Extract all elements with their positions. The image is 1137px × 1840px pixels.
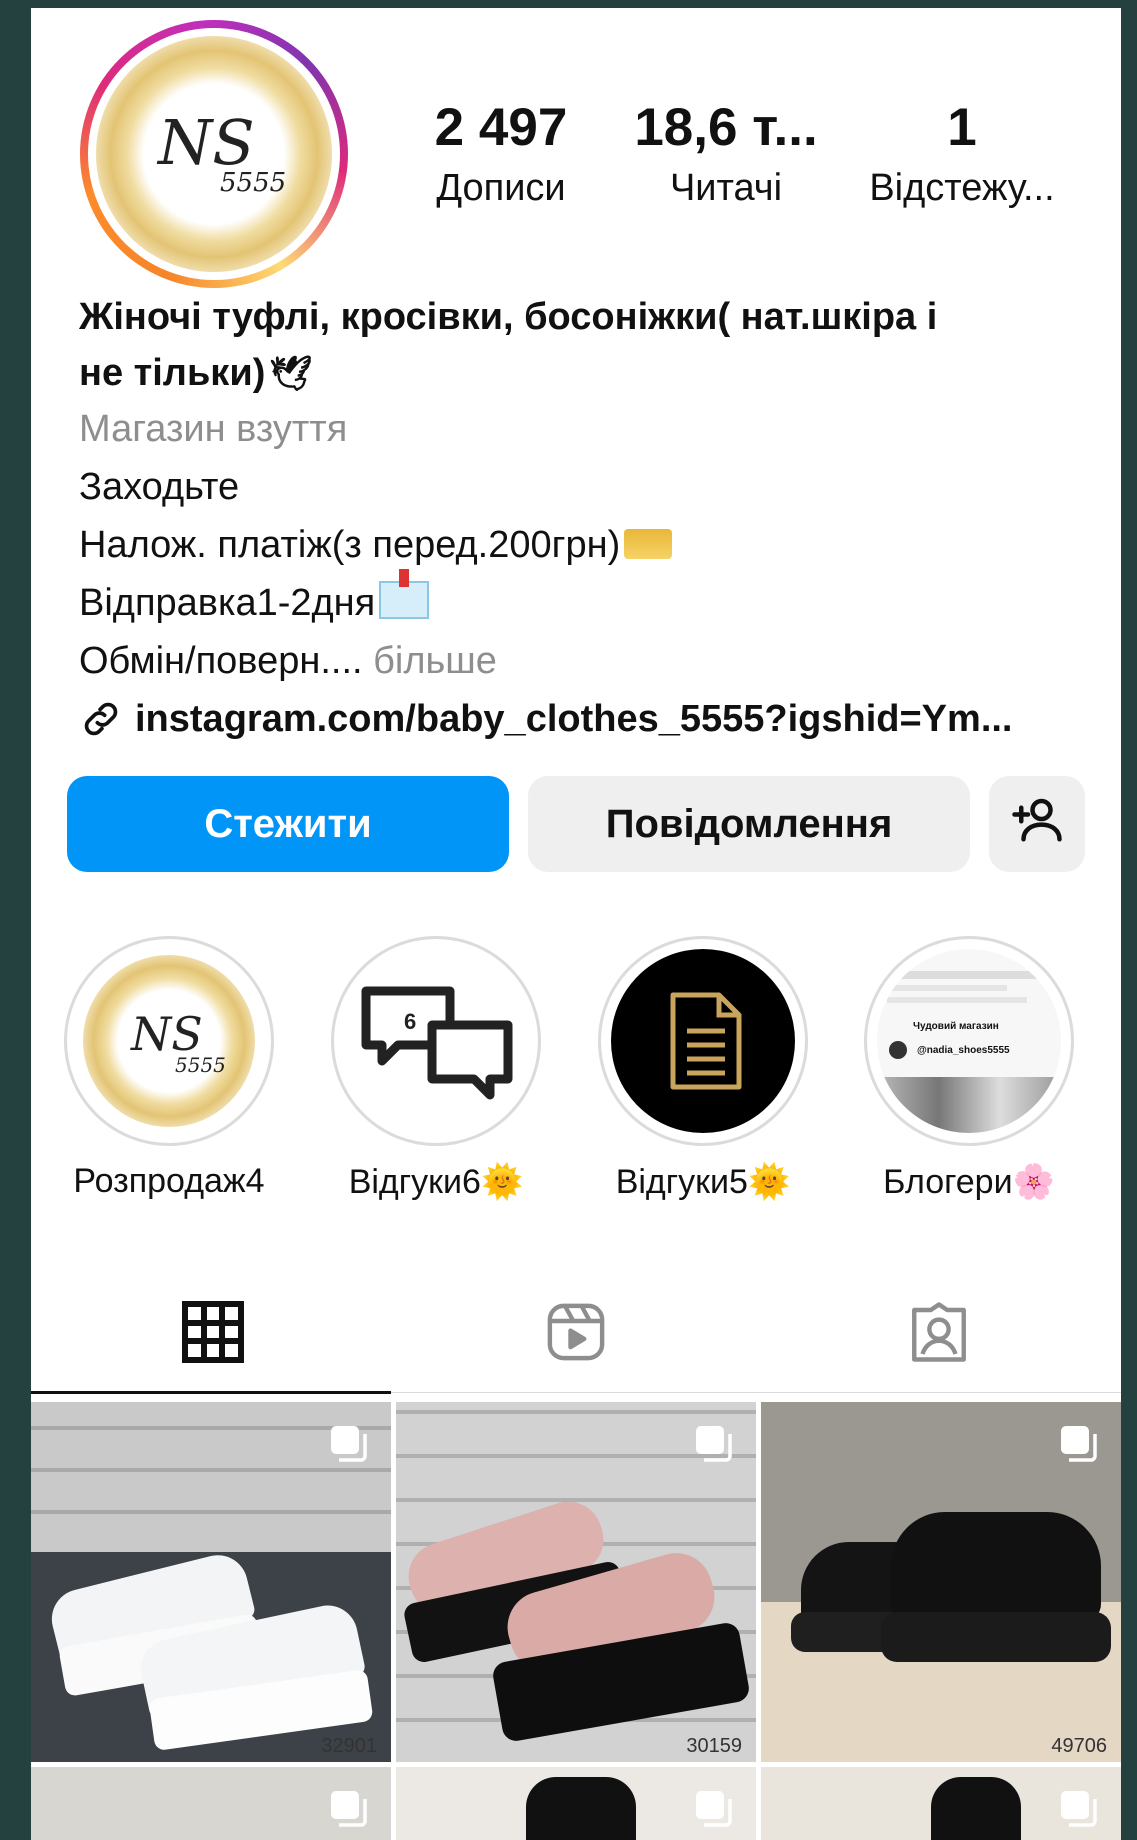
post-thumbnail[interactable]: 30159: [396, 1402, 756, 1762]
multiple-photos-icon: [329, 1424, 369, 1464]
flower-icon: 🌸: [1012, 1163, 1055, 1201]
blogger-preview-handle: @nadia_shoes5555: [917, 1045, 1010, 1056]
followers-stat[interactable]: 18,6 т... Читачі: [631, 100, 821, 210]
active-tab-indicator: [31, 1391, 391, 1394]
message-button[interactable]: Повідомлення: [528, 776, 970, 872]
following-count: 1: [947, 98, 977, 157]
multiple-photos-icon: [329, 1789, 369, 1829]
post-code: 32901: [321, 1735, 377, 1757]
profile-avatar[interactable]: NS 5555: [80, 20, 348, 288]
highlight-bloggers[interactable]: Чудовий магазин @nadia_shoes5555 Блогери…: [864, 936, 1074, 1202]
post-code: 30159: [686, 1735, 742, 1757]
profile-screen: NS 5555 2 497 Дописи 18,6 т... Читачі 1 …: [31, 8, 1121, 1840]
tagged-person-icon: [906, 1299, 972, 1370]
multiple-photos-icon: [1059, 1424, 1099, 1464]
posts-count: 2 497: [434, 98, 568, 157]
highlight-bloggers-label: Блогери🌸: [883, 1163, 1055, 1201]
posts-label: Дописи: [436, 167, 566, 209]
follow-button[interactable]: Стежити: [67, 776, 509, 872]
highlight-reviews-5-label: Відгуки5🌞: [615, 1163, 791, 1201]
link-icon: [79, 697, 123, 741]
sun-icon: 🌞: [747, 1163, 791, 1201]
credit-card-icon: [624, 529, 673, 559]
profile-category: Магазин взуття: [79, 408, 348, 450]
highlight-sale-cover: NS 5555: [77, 949, 261, 1133]
dove-icon: 🕊: [269, 355, 313, 393]
highlight-reviews-5[interactable]: Відгуки5🌞: [598, 936, 808, 1202]
tagged-tab[interactable]: [757, 1280, 1120, 1388]
multiple-photos-icon: [694, 1789, 734, 1829]
envelope-icon: [379, 569, 430, 619]
svg-text:6: 6: [404, 1009, 416, 1034]
profile-link-text: instagram.com/baby_clothes_5555?igshid=Y…: [135, 698, 1013, 740]
chat-bubbles-icon: 6: [344, 949, 528, 1133]
tabs-divider: [391, 1392, 1121, 1393]
add-person-icon: [1010, 792, 1064, 856]
highlight-sale-label: Розпродаж4: [73, 1162, 265, 1200]
following-stat[interactable]: 1 Відстежу...: [857, 100, 1067, 210]
bio-line-3: Відправка1-2дня: [79, 582, 376, 624]
bio-line-1: Заходьте: [79, 466, 240, 508]
bio-line-4: Обмін/поверн....: [79, 640, 363, 682]
profile-name-line1: Жіночі туфлі, кросівки, босоніжки( нат.ш…: [79, 296, 938, 338]
post-thumbnail[interactable]: [761, 1767, 1121, 1840]
logo-sub: 5555: [220, 168, 287, 198]
blogger-preview-title: Чудовий магазин: [913, 1021, 999, 1032]
bio-line-3-wrap: Відправка1-2дня: [79, 569, 430, 626]
post-thumbnail[interactable]: [396, 1767, 756, 1840]
profile-name-line2: не тільки): [79, 352, 266, 394]
post-thumbnail[interactable]: [31, 1767, 391, 1840]
following-label: Відстежу...: [869, 167, 1055, 209]
document-icon: [611, 949, 795, 1133]
bio-line-2: Налож. платіж(з перед.200грн): [79, 524, 621, 566]
reels-icon: [543, 1299, 609, 1370]
post-code: 49706: [1051, 1735, 1107, 1757]
bio-line-2-wrap: Налож. платіж(з перед.200грн): [79, 522, 673, 568]
followers-count: 18,6 т...: [634, 98, 818, 157]
more-link[interactable]: більше: [373, 640, 497, 682]
profile-link[interactable]: instagram.com/baby_clothes_5555?igshid=Y…: [79, 696, 1013, 742]
reels-tab[interactable]: [394, 1280, 757, 1388]
add-person-button[interactable]: [989, 776, 1085, 872]
grid-icon: [181, 1300, 244, 1368]
grid-tab[interactable]: [31, 1280, 394, 1388]
post-thumbnail[interactable]: 32901: [31, 1402, 391, 1762]
multiple-photos-icon: [694, 1424, 734, 1464]
highlight-bloggers-cover: Чудовий магазин @nadia_shoes5555: [877, 949, 1061, 1133]
multiple-photos-icon: [1059, 1789, 1099, 1829]
posts-stat[interactable]: 2 497 Дописи: [416, 100, 586, 210]
sun-icon: 🌞: [480, 1163, 524, 1201]
post-thumbnail[interactable]: 49706: [761, 1402, 1121, 1762]
highlight-sale[interactable]: NS 5555 Розпродаж4: [64, 936, 274, 1201]
profile-name-line2-wrap: не тільки) 🕊: [79, 350, 313, 397]
highlight-reviews-6-label: Відгуки6🌞: [348, 1163, 524, 1201]
followers-label: Читачі: [669, 167, 783, 209]
bio-line-4-wrap: Обмін/поверн.... більше: [79, 638, 497, 684]
highlight-reviews-6[interactable]: 6 Відгуки6🌞: [331, 936, 541, 1202]
